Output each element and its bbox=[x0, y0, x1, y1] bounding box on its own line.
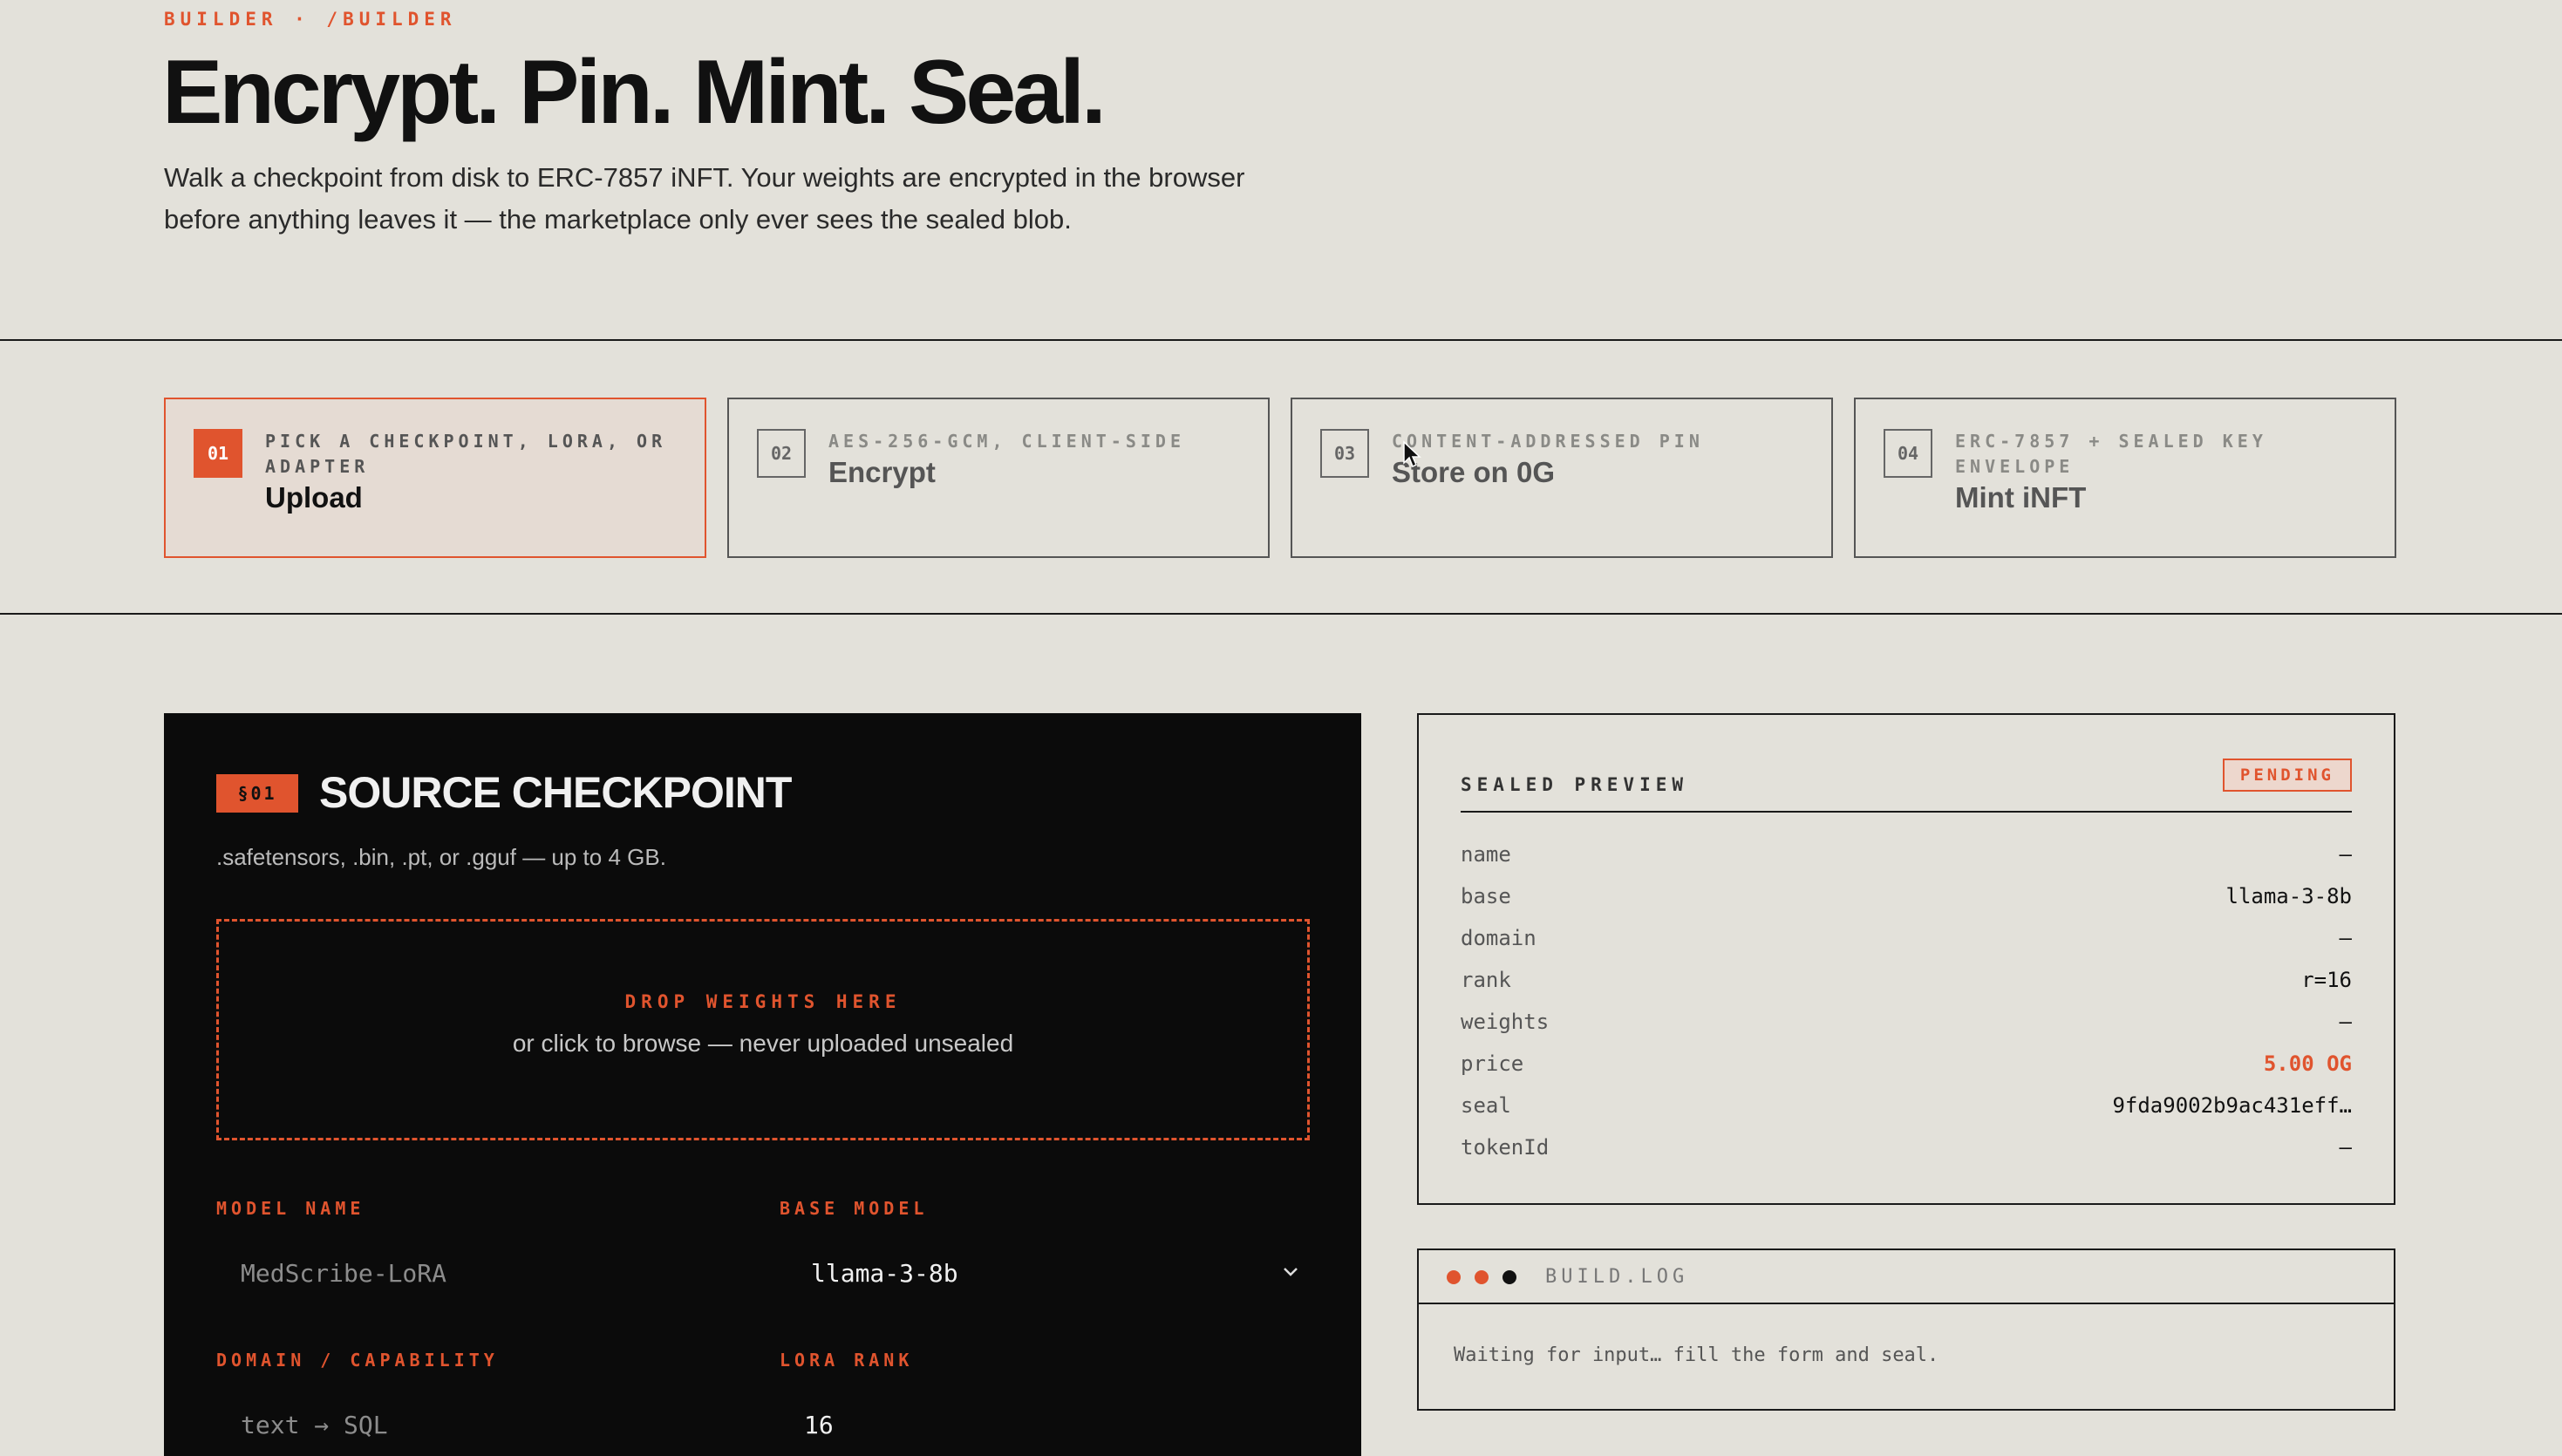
preview-divider bbox=[1461, 811, 2352, 813]
preview-key: tokenId bbox=[1461, 1135, 1550, 1160]
preview-row: rank r=16 bbox=[1461, 968, 2352, 992]
preview-row: seal 9fda9002b9ac431eff… bbox=[1461, 1093, 2352, 1118]
weights-dropzone[interactable]: DROP WEIGHTS HERE or click to browse — n… bbox=[216, 919, 1310, 1140]
step-mint[interactable]: 04 ERC-7857 + SEALED KEY ENVELOPE Mint i… bbox=[1854, 398, 2396, 558]
sealed-preview-panel: SEALED PREVIEW PENDING name — base llama… bbox=[1417, 713, 2395, 1205]
preview-value: 9fda9002b9ac431eff… bbox=[2112, 1093, 2352, 1118]
step-number: 01 bbox=[194, 429, 242, 478]
subtitle-line-2: before anything leaves it — the marketpl… bbox=[164, 204, 1072, 235]
status-badge: PENDING bbox=[2222, 759, 2352, 792]
page-title: Encrypt. Pin. Mint. Seal. bbox=[162, 42, 1107, 143]
preview-row: domain — bbox=[1461, 926, 2352, 950]
step-caption: CONTENT-ADDRESSED PIN bbox=[1392, 431, 1704, 452]
chevron-down-icon[interactable] bbox=[1282, 1266, 1299, 1278]
divider-bottom bbox=[0, 613, 2562, 615]
window-dot-icon bbox=[1447, 1270, 1461, 1284]
step-store[interactable]: 03 CONTENT-ADDRESSED PIN Store on 0G bbox=[1291, 398, 1833, 558]
breadcrumb: BUILDER · /BUILDER bbox=[164, 9, 457, 30]
section-title: SOURCE CHECKPOINT bbox=[319, 768, 792, 817]
preview-key: name bbox=[1461, 842, 1511, 867]
step-title: Mint iNFT bbox=[1955, 481, 2087, 514]
step-number: 02 bbox=[757, 429, 806, 478]
section-badge: §01 bbox=[216, 774, 298, 813]
preview-key: domain bbox=[1461, 926, 1537, 950]
step-title: Upload bbox=[265, 481, 363, 514]
step-tracker: 01 PICK A CHECKPOINT, LORA, OR ADAPTER U… bbox=[164, 398, 2396, 558]
preview-value: r=16 bbox=[2301, 968, 2352, 992]
log-message: Waiting for input… fill the form and sea… bbox=[1454, 1344, 1939, 1366]
model-name-input[interactable]: MedScribe-LoRA bbox=[241, 1259, 446, 1288]
log-titlebar: BUILD.LOG bbox=[1419, 1250, 2394, 1304]
step-upload[interactable]: 01 PICK A CHECKPOINT, LORA, OR ADAPTER U… bbox=[164, 398, 706, 558]
lora-rank-input[interactable]: 16 bbox=[804, 1411, 834, 1439]
dropzone-subtitle: or click to browse — never uploaded unse… bbox=[512, 1030, 1014, 1057]
step-title: Encrypt bbox=[828, 456, 936, 488]
log-title: BUILD.LOG bbox=[1545, 1266, 1689, 1288]
lora-rank-label: LORA RANK bbox=[780, 1350, 914, 1371]
step-caption: ERC-7857 + SEALED KEY ENVELOPE bbox=[1955, 431, 2267, 477]
dropzone-title: DROP WEIGHTS HERE bbox=[624, 991, 902, 1012]
build-log-panel: BUILD.LOG Waiting for input… fill the fo… bbox=[1417, 1248, 2395, 1411]
preview-row: base llama-3-8b bbox=[1461, 884, 2352, 908]
model-name-label: MODEL NAME bbox=[216, 1198, 365, 1219]
base-model-label: BASE MODEL bbox=[780, 1198, 929, 1219]
preview-price-value: 5.00 OG bbox=[2263, 1051, 2352, 1076]
page-subtitle: Walk a checkpoint from disk to ERC-7857 … bbox=[164, 157, 1385, 241]
step-number: 03 bbox=[1320, 429, 1369, 478]
preview-row: weights — bbox=[1461, 1010, 2352, 1034]
window-dot-icon bbox=[1502, 1270, 1516, 1284]
mouse-cursor-icon bbox=[1403, 440, 1421, 468]
preview-key: rank bbox=[1461, 968, 1511, 992]
preview-value: — bbox=[2339, 1010, 2352, 1034]
preview-heading: SEALED PREVIEW bbox=[1461, 774, 1689, 795]
preview-key: base bbox=[1461, 884, 1511, 908]
preview-key: seal bbox=[1461, 1093, 1511, 1118]
domain-input[interactable]: text → SQL bbox=[241, 1411, 388, 1439]
preview-value: — bbox=[2339, 842, 2352, 867]
preview-value: llama-3-8b bbox=[2225, 884, 2353, 908]
preview-row: price 5.00 OG bbox=[1461, 1051, 2352, 1076]
base-model-select[interactable]: llama-3-8b bbox=[811, 1259, 958, 1288]
preview-key: price bbox=[1461, 1051, 1524, 1076]
section-description: .safetensors, .bin, .pt, or .gguf — up t… bbox=[216, 844, 666, 870]
step-caption: AES-256-GCM, CLIENT-SIDE bbox=[828, 431, 1185, 452]
step-title: Store on 0G bbox=[1392, 456, 1556, 488]
preview-row: tokenId — bbox=[1461, 1135, 2352, 1160]
preview-value: — bbox=[2339, 926, 2352, 950]
step-encrypt[interactable]: 02 AES-256-GCM, CLIENT-SIDE Encrypt bbox=[727, 398, 1270, 558]
preview-value: — bbox=[2339, 1135, 2352, 1160]
domain-label: DOMAIN / CAPABILITY bbox=[216, 1350, 499, 1371]
step-caption: PICK A CHECKPOINT, LORA, OR ADAPTER bbox=[265, 431, 667, 477]
source-checkpoint-card: §01 SOURCE CHECKPOINT .safetensors, .bin… bbox=[164, 713, 1361, 1456]
subtitle-line-1: Walk a checkpoint from disk to ERC-7857 … bbox=[164, 162, 1245, 193]
window-dot-icon bbox=[1475, 1270, 1489, 1284]
preview-key: weights bbox=[1461, 1010, 1550, 1034]
step-number: 04 bbox=[1884, 429, 1932, 478]
divider-top bbox=[0, 339, 2562, 341]
preview-row: name — bbox=[1461, 842, 2352, 867]
